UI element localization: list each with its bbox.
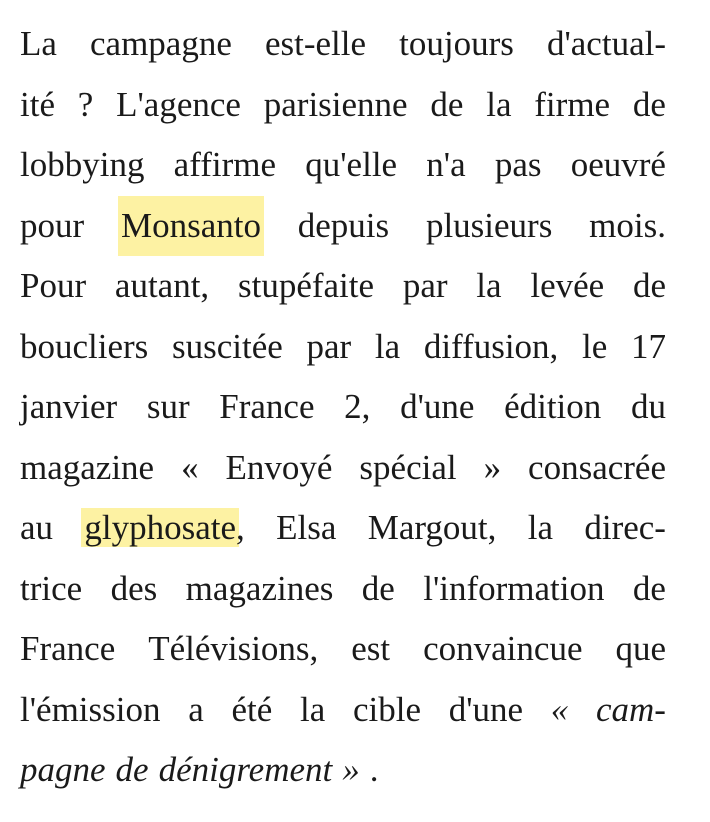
text-line: au glyphosate, Elsa Margout, la direc- (20, 498, 666, 559)
quote-word: cam- (596, 689, 666, 729)
word: mois. (589, 205, 666, 245)
word: spécial (359, 447, 457, 487)
word: magazines (185, 568, 334, 608)
word: la (486, 84, 512, 124)
word: magazine (20, 447, 155, 487)
word: convaincue (423, 629, 583, 668)
word: ? (77, 84, 94, 124)
word: a (188, 689, 204, 729)
word: de (632, 568, 666, 608)
word: d'une (400, 387, 475, 426)
quote-word: « (550, 689, 569, 729)
punctuation: , (236, 508, 245, 547)
word: trice (20, 568, 83, 608)
word: Envoyé (225, 447, 333, 487)
word: la (527, 508, 553, 547)
article-paragraph: La campagne est-elle toujours d'actual- … (20, 14, 666, 801)
word: diffusion, (423, 326, 559, 366)
quote-word: » (342, 750, 360, 789)
text-line: magazine « Envoyé spécial » consacrée (20, 438, 666, 499)
word: la (374, 326, 401, 366)
word: de (361, 568, 395, 608)
highlighted-term: Monsanto (117, 195, 264, 256)
word: Télévisions, (148, 629, 319, 668)
word: ité (20, 84, 55, 124)
word: le (582, 326, 608, 366)
word: La (20, 24, 57, 63)
highlighted-term: glyphosate (81, 508, 240, 547)
word: au (20, 508, 54, 547)
text-line: boucliers suscitée par la diffusion, le … (20, 317, 666, 378)
text-line: France Télévisions, est convaincue que (20, 619, 666, 680)
word: du (630, 387, 666, 426)
word: est-elle (264, 24, 367, 63)
text-line: trice des magazines de l'information de (20, 559, 666, 620)
word: été (231, 689, 273, 729)
word: édition (504, 387, 602, 426)
quote-word: dénigrement (158, 750, 333, 789)
word: plusieurs (425, 205, 553, 245)
word: lobbying (20, 145, 145, 184)
word: Margout, (367, 508, 497, 547)
word: depuis (297, 205, 390, 245)
word: consacrée (528, 447, 666, 487)
word: par (402, 266, 448, 305)
word: que (615, 629, 666, 668)
word: . (369, 750, 379, 789)
text-line: l'émission a été la cible d'une « cam- (20, 680, 666, 741)
text-line: La campagne est-elle toujours d'actual- (20, 14, 666, 75)
word: 17 (630, 326, 666, 366)
text-line: pagne de dénigrement » . (20, 740, 666, 801)
word: Pour (20, 266, 87, 305)
word: janvier (20, 387, 118, 426)
word: stupéfaite (237, 266, 375, 305)
word: levée (530, 266, 605, 305)
text-line: Pour autant, stupéfaite par la levée de (20, 256, 666, 317)
highlighted-word-wrap: glyphosate, (81, 498, 245, 559)
word: l'information (423, 568, 605, 608)
word: affirme (173, 145, 277, 184)
word: qu'elle (305, 145, 398, 184)
word: France (20, 629, 116, 668)
word: n'a (426, 145, 466, 184)
text-line: ité ? L'agence parisienne de la firme de (20, 75, 666, 136)
word: de (632, 84, 666, 124)
word: pas (494, 145, 542, 184)
word: pour (20, 205, 85, 245)
word: parisienne (263, 84, 408, 124)
quote-word: de (115, 750, 149, 789)
text-line: janvier sur France 2, d'une édition du (20, 377, 666, 438)
word: cible (352, 689, 421, 729)
word: firme (534, 84, 611, 124)
word: de (632, 266, 666, 305)
word: boucliers (20, 326, 149, 366)
quote-word: pagne (20, 750, 106, 789)
text-line: lobbying affirme qu'elle n'a pas oeuvré (20, 135, 666, 196)
word: par (306, 326, 352, 366)
word: des (110, 568, 158, 608)
word: L'agence (116, 84, 241, 124)
word: d'une (448, 689, 524, 729)
word: campagne (90, 24, 232, 63)
word: toujours (399, 24, 514, 63)
word: suscitée (171, 326, 283, 366)
word: France (219, 387, 315, 426)
word: » (483, 447, 502, 487)
word: la (299, 689, 326, 729)
word: la (476, 266, 502, 305)
word: Elsa (276, 508, 337, 547)
word: direc- (584, 508, 666, 547)
word: sur (146, 387, 190, 426)
word: l'émission (20, 689, 161, 729)
word: est (351, 629, 391, 668)
word: oeuvré (570, 145, 666, 184)
word: d'actual- (546, 24, 666, 63)
text-line: pour Monsanto depuis plusieurs mois. (20, 195, 666, 256)
word: « (181, 447, 199, 487)
word: autant, (114, 266, 210, 305)
word: 2, (344, 387, 371, 426)
word: de (430, 84, 464, 124)
